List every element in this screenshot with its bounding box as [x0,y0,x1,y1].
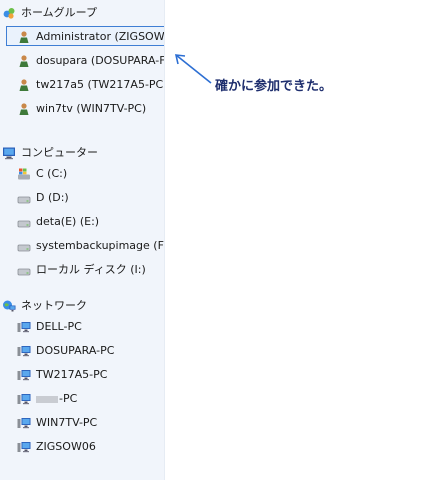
explorer-screenshot: ホームグループ Administrator (ZIGSOW dosupara (… [0,0,444,480]
annotation-arrow [174,54,212,84]
annotation-text: 確かに参加できた。 [215,79,333,94]
